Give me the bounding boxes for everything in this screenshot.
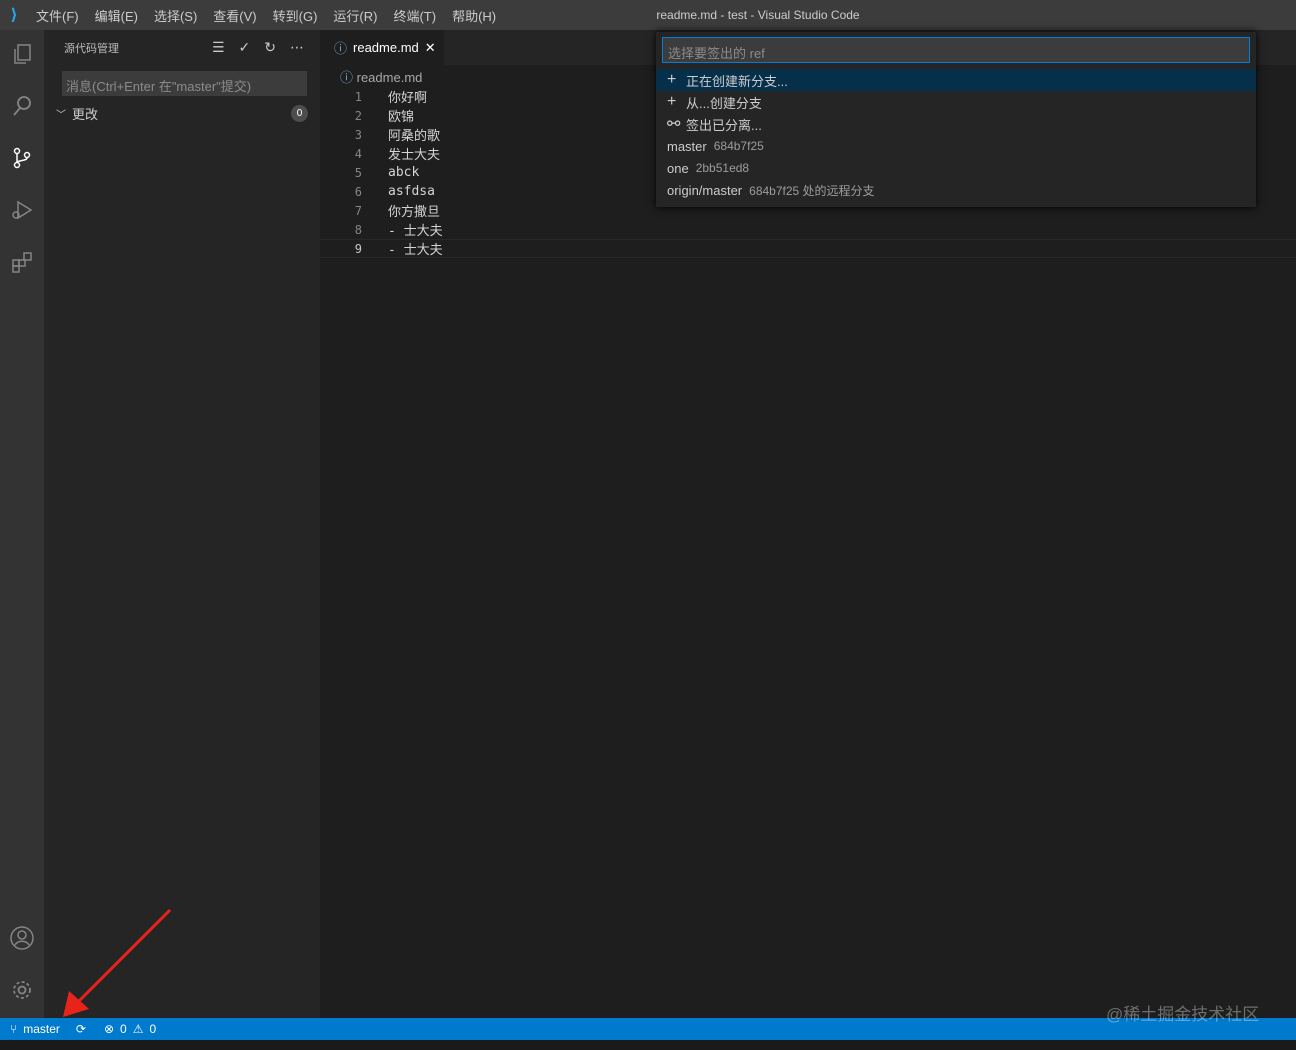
line-number: 5 xyxy=(354,165,362,180)
account-icon[interactable] xyxy=(0,916,44,960)
line-number: 3 xyxy=(354,127,362,142)
chevron-down-icon: ﹀ xyxy=(56,109,66,121)
code-line[interactable]: 9 - 士大夫 xyxy=(320,239,1296,258)
menu-go[interactable]: 转到(G) xyxy=(273,6,318,25)
menu-file[interactable]: 文件(F) xyxy=(36,6,79,25)
line-number: 8 xyxy=(354,222,362,237)
branch-name[interactable]: master xyxy=(23,1022,60,1036)
breadcrumb-file: readme.md xyxy=(356,70,423,85)
line-text: 你方撒旦 xyxy=(388,205,441,220)
quick-pick-item[interactable]: + 正在创建新分支... xyxy=(656,69,1256,91)
extensions-icon[interactable] xyxy=(0,240,44,284)
line-number: 9 xyxy=(354,241,362,256)
changes-count-badge: 0 xyxy=(291,104,308,122)
source-control-icon[interactable] xyxy=(0,136,44,180)
view-as-tree-icon[interactable]: ☰ xyxy=(212,39,225,56)
changes-label: 更改 xyxy=(72,106,99,122)
line-text: - 士大夫 xyxy=(388,243,443,258)
tab-label: readme.md xyxy=(353,40,419,55)
more-actions-icon[interactable]: ⋯ xyxy=(290,39,304,56)
activity-bar xyxy=(0,30,44,1018)
run-debug-icon[interactable] xyxy=(0,188,44,232)
info-icon: ⓘ xyxy=(340,70,357,85)
menu-terminal[interactable]: 终端(T) xyxy=(393,6,436,25)
source-control-panel: 源代码管理 ☰ ✓ ↻ ⋯ 消息(Ctrl+Enter 在"master"提交)… xyxy=(44,30,320,1018)
annotation-arrow xyxy=(63,908,172,1017)
plus-icon: + xyxy=(667,71,677,88)
tab-readme[interactable]: ⓘ readme.md ✕ xyxy=(320,30,444,65)
panel-title: 源代码管理 xyxy=(64,42,119,55)
line-number: 2 xyxy=(354,108,362,123)
line-number: 6 xyxy=(354,184,362,199)
item-label: 正在创建新分支... xyxy=(686,73,788,89)
ref-search-input[interactable]: 选择要签出的 ref xyxy=(662,37,1250,63)
menu-edit[interactable]: 编辑(E) xyxy=(95,6,138,25)
menu-selection[interactable]: 选择(S) xyxy=(154,6,197,25)
item-label: one xyxy=(667,160,689,176)
item-label: master xyxy=(667,138,707,154)
changes-section[interactable]: ﹀ 更改 0 xyxy=(56,102,308,124)
info-icon: ⓘ xyxy=(334,41,348,56)
refresh-icon[interactable]: ↻ xyxy=(264,39,276,56)
branch-icon: ⑂ xyxy=(10,1022,18,1036)
breadcrumb[interactable]: ⓘ readme.md xyxy=(340,67,422,86)
commit-message-input[interactable]: 消息(Ctrl+Enter 在"master"提交) xyxy=(62,71,307,96)
close-icon[interactable]: ✕ xyxy=(425,40,436,56)
item-description: 684b7f25 处的远程分支 xyxy=(749,183,875,198)
quick-pick-item[interactable]: ⚯ 签出已分离... xyxy=(656,113,1256,135)
line-number: 4 xyxy=(354,146,362,161)
watermark: @稀土掘金技术社区 xyxy=(1106,1005,1260,1024)
search-icon[interactable] xyxy=(0,84,44,128)
quick-pick: 选择要签出的 ref + 正在创建新分支... + 从...创建分支 ⚯ 签出已分离...… xyxy=(656,32,1256,207)
taskbar xyxy=(0,1040,1296,1050)
error-icon[interactable]: ⊗ xyxy=(104,1022,114,1036)
item-description: 2bb51ed8 xyxy=(695,161,750,175)
line-text: 阿桑的歌 xyxy=(388,129,441,144)
status-bar: ⑂ master ⟳ ⊗ 0 ⚠ 0 xyxy=(0,1018,1296,1040)
line-text: 欧锦 xyxy=(388,110,415,125)
quick-pick-item[interactable]: one 2bb51ed8 xyxy=(656,157,1256,179)
item-label: 从...创建分支 xyxy=(686,95,762,111)
warning-count[interactable]: 0 xyxy=(149,1022,156,1036)
line-number: 1 xyxy=(354,89,362,104)
commit-check-icon[interactable]: ✓ xyxy=(239,39,251,56)
line-text: 你好啊 xyxy=(388,91,428,106)
item-description: 684b7f25 xyxy=(713,139,764,153)
code-line[interactable]: 8 - 士大夫 xyxy=(320,220,1296,240)
settings-gear-icon[interactable] xyxy=(0,968,44,1012)
line-text: asfdsa xyxy=(388,184,435,199)
warning-icon[interactable]: ⚠ xyxy=(133,1022,144,1036)
menu-help[interactable]: 帮助(H) xyxy=(452,6,496,25)
line-text: abck xyxy=(388,165,420,180)
plus-icon: + xyxy=(667,93,677,110)
menu-view[interactable]: 查看(V) xyxy=(213,6,256,25)
item-label: 签出已分离... xyxy=(686,117,762,133)
line-text: - 士大夫 xyxy=(388,224,443,239)
quick-pick-item[interactable]: + 从...创建分支 xyxy=(656,91,1256,113)
sync-icon[interactable]: ⟳ xyxy=(76,1022,86,1036)
line-number: 7 xyxy=(354,203,362,218)
title-bar: ⟩ 文件(F) 编辑(E) 选择(S) 查看(V) 转到(G) 运行(R) 终端… xyxy=(0,0,1296,30)
vscode-logo-icon: ⟩ xyxy=(10,7,18,24)
detach-icon: ⚯ xyxy=(667,116,681,133)
error-count[interactable]: 0 xyxy=(120,1022,127,1036)
quick-pick-item[interactable]: origin/master 684b7f25 处的远程分支 xyxy=(656,179,1256,201)
menu-run[interactable]: 运行(R) xyxy=(333,6,377,25)
explorer-icon[interactable] xyxy=(0,32,44,76)
item-label: origin/master xyxy=(667,182,743,198)
quick-pick-item[interactable]: master 684b7f25 xyxy=(656,135,1256,157)
line-text: 发士大夫 xyxy=(388,148,441,163)
